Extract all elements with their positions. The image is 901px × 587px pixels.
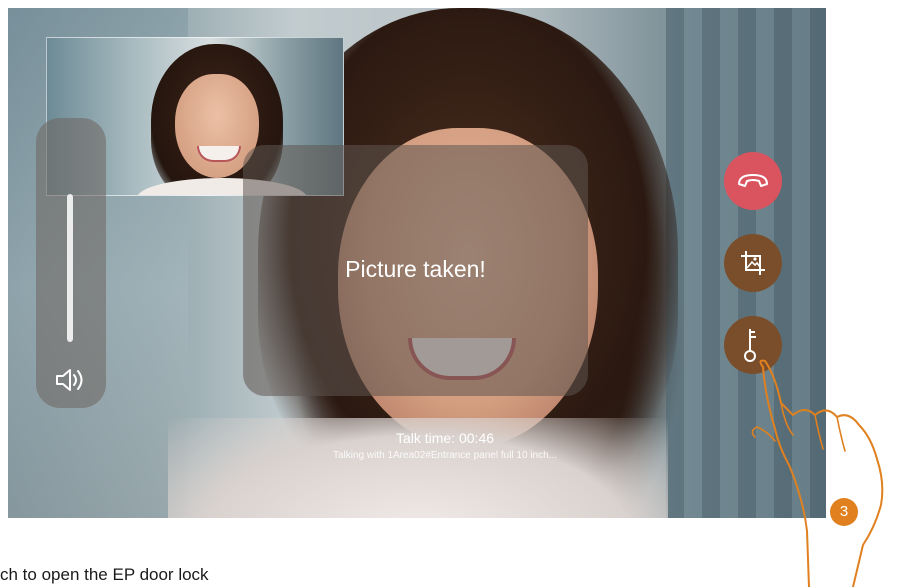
step-number-badge: 3	[830, 498, 858, 526]
pointing-hand-illustration	[751, 359, 884, 587]
volume-slider[interactable]	[67, 194, 73, 342]
photo-capture-button[interactable]	[724, 234, 782, 292]
phone-hangup-icon	[738, 174, 768, 187]
talking-with-label: Talking with 1Area02#Entrance panel full…	[332, 450, 558, 461]
photo-capture-icon	[741, 251, 765, 275]
speaker-icon[interactable]	[54, 366, 90, 394]
instruction-caption: ch to open the EP door lock	[0, 565, 209, 584]
toast-message: Picture taken!	[345, 256, 486, 282]
talk-time-label: Talk time: 00:46	[395, 430, 495, 446]
hangup-button[interactable]	[724, 152, 782, 210]
